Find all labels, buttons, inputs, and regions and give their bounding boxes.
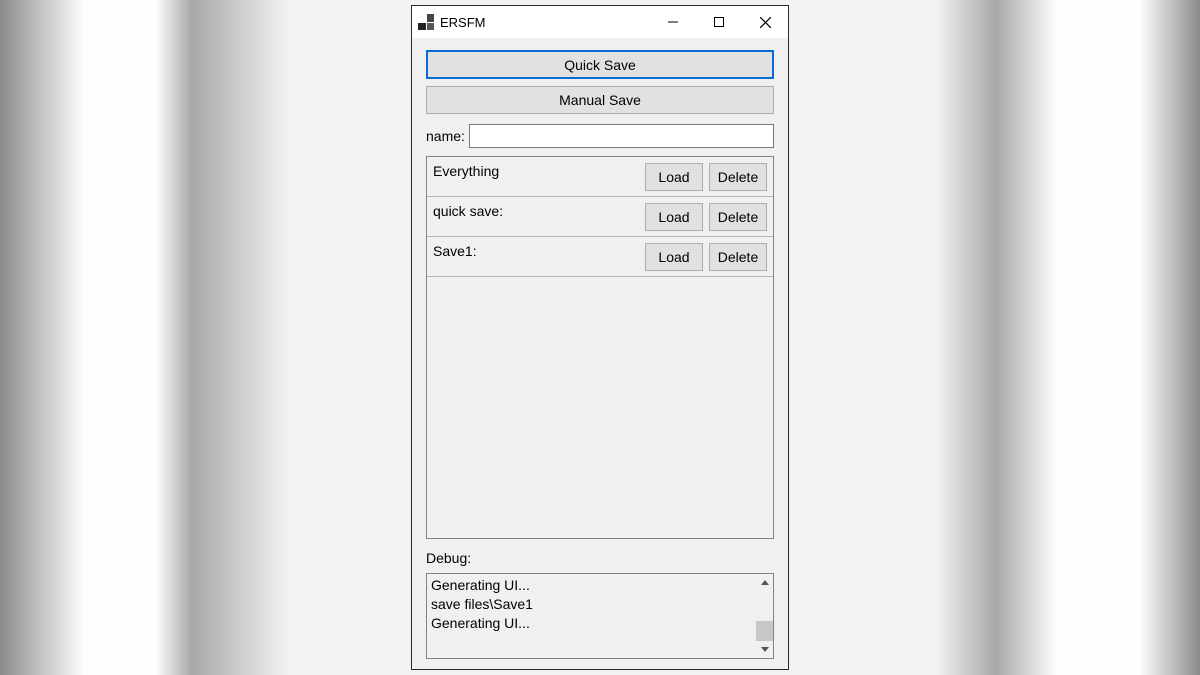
scroll-down-icon[interactable] xyxy=(756,641,773,658)
minimize-button[interactable] xyxy=(650,6,696,38)
delete-button[interactable]: Delete xyxy=(709,243,767,271)
name-input[interactable] xyxy=(469,124,774,148)
name-row: name: xyxy=(426,123,774,149)
load-button[interactable]: Load xyxy=(645,163,703,191)
close-button[interactable] xyxy=(742,6,788,38)
load-button[interactable]: Load xyxy=(645,203,703,231)
save-row: quick save: Load Delete xyxy=(427,197,773,237)
debug-label: Debug: xyxy=(426,550,774,566)
content-area: Quick Save Manual Save name: Everything … xyxy=(412,38,788,669)
scroll-track[interactable] xyxy=(756,591,773,641)
app-window: ERSFM Quick Save Manual Save name: Every… xyxy=(411,5,789,670)
app-icon xyxy=(418,14,434,30)
maximize-button[interactable] xyxy=(696,6,742,38)
scrollbar[interactable] xyxy=(756,574,773,658)
name-label: name: xyxy=(426,128,465,144)
quick-save-button[interactable]: Quick Save xyxy=(426,50,774,79)
manual-save-button[interactable]: Manual Save xyxy=(426,86,774,114)
titlebar: ERSFM xyxy=(412,6,788,38)
save-list: Everything Load Delete quick save: Load … xyxy=(426,156,774,539)
window-title: ERSFM xyxy=(440,15,486,30)
save-row: Save1: Load Delete xyxy=(427,237,773,277)
delete-button[interactable]: Delete xyxy=(709,163,767,191)
scroll-up-icon[interactable] xyxy=(756,574,773,591)
save-name: Save1: xyxy=(433,241,639,259)
save-name: quick save: xyxy=(433,201,639,219)
delete-button[interactable]: Delete xyxy=(709,203,767,231)
load-button[interactable]: Load xyxy=(645,243,703,271)
debug-box: Generating UI... save files\Save1 Genera… xyxy=(426,573,774,659)
scroll-thumb[interactable] xyxy=(756,621,773,641)
debug-text: Generating UI... save files\Save1 Genera… xyxy=(427,574,756,658)
save-row: Everything Load Delete xyxy=(427,157,773,197)
save-name: Everything xyxy=(433,161,639,179)
